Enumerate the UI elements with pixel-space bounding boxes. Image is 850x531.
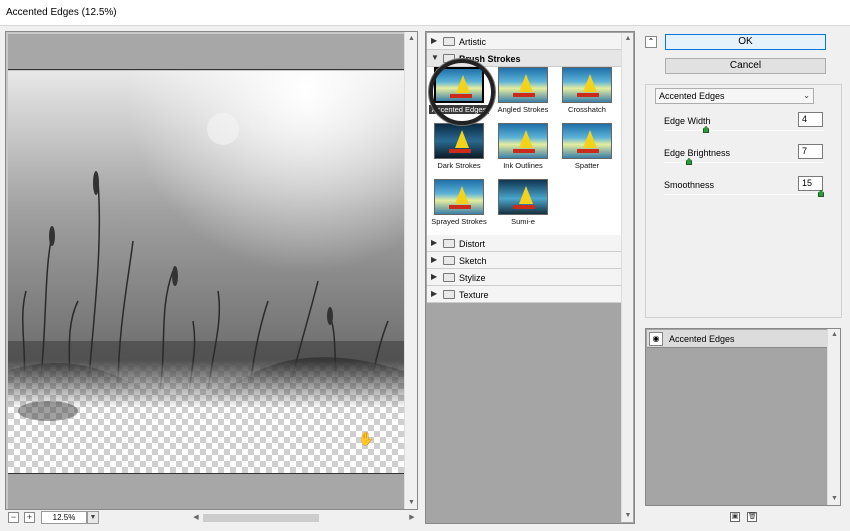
double-chevron-up-icon[interactable]: ⌃ [645,36,657,48]
expand-arrow-icon[interactable]: ▶ [431,289,437,298]
smoothness-field[interactable]: 15 [798,176,823,191]
filter-thumb-image [498,179,548,215]
scroll-thumb[interactable] [203,514,319,522]
param-label: Edge Brightness [664,148,731,158]
scroll-right-arrow-icon[interactable]: ▶ [407,512,417,524]
param-edge-brightness: Edge Brightness 7 [664,142,824,168]
slider-knob[interactable] [703,126,709,133]
chevron-down-icon: ⌄ [803,91,810,100]
param-label: Smoothness [664,180,715,190]
edge-width-field[interactable]: 4 [798,112,823,127]
preview-image[interactable]: ✋ [8,71,405,473]
scroll-down-arrow-icon[interactable]: ▼ [622,510,634,522]
category-sketch[interactable]: ▶ Sketch [427,252,621,269]
filter-thumb-sumi-e[interactable]: Sumi-e [493,179,553,231]
edge-brightness-field[interactable]: 7 [798,144,823,159]
zoom-in-button[interactable]: + [24,512,35,523]
preview-canvas-margin-top [8,34,405,70]
effect-layer-name: Accented Edges [669,334,735,344]
effect-layer-row[interactable]: ◉ Accented Edges [647,330,828,348]
category-label: Sketch [459,256,487,266]
preview-canvas-margin-bottom [8,473,405,509]
new-layer-icon[interactable]: ▣ [730,512,740,522]
param-smoothness: Smoothness 15 [664,174,824,200]
filter-thumb-label: Angled Strokes [497,105,549,114]
gallery-vertical-scrollbar[interactable]: ▲ ▼ [621,33,633,522]
slider-knob[interactable] [818,190,824,197]
cancel-button[interactable]: Cancel [665,58,826,74]
slider-track[interactable] [664,194,824,195]
filter-thumb-crosshatch[interactable]: Crosshatch [557,67,617,119]
category-label: Distort [459,239,486,249]
expand-arrow-icon[interactable]: ▶ [431,255,437,264]
filter-thumb-label: Ink Outlines [503,161,543,170]
filter-thumb-label: Spatter [574,161,600,170]
hand-icon: ✋ [358,431,375,446]
scroll-down-arrow-icon[interactable]: ▼ [405,496,417,509]
filter-select-value: Accented Edges [659,91,725,101]
effect-layers-panel: ◉ Accented Edges ▲ ▼ [645,328,841,506]
filter-thumb-image [434,123,484,159]
scroll-up-arrow-icon[interactable]: ▲ [622,33,634,45]
folder-icon [443,37,455,46]
filter-settings-panel: Accented Edges ⌄ Edge Width 4 Edge Brigh… [645,84,842,318]
window-title: Accented Edges (12.5%) [6,7,117,18]
scroll-up-arrow-icon[interactable]: ▲ [828,329,841,341]
filter-thumb-spatter[interactable]: Spatter [557,123,617,175]
filter-thumb-label: Sumi-e [511,217,535,226]
scroll-up-arrow-icon[interactable]: ▲ [405,32,417,45]
folder-icon [443,273,455,282]
filter-thumb-image [498,123,548,159]
filter-thumb-sprayed-strokes[interactable]: Sprayed Strokes [429,179,489,231]
category-stylize[interactable]: ▶ Stylize [427,269,621,286]
filter-thumb-label: Crosshatch [568,105,606,114]
preview-vertical-scrollbar[interactable]: ▲ ▼ [404,32,417,509]
category-label: Texture [459,290,489,300]
grass-photo [8,71,405,473]
layers-scrollbar[interactable]: ▲ ▼ [827,329,840,505]
eye-icon[interactable]: ◉ [649,332,663,346]
zoom-out-button[interactable]: − [8,512,19,523]
preview-panel[interactable]: ✋ ▲ ▼ [5,31,418,510]
title-bar: Accented Edges (12.5%) [0,0,850,26]
expand-arrow-icon[interactable]: ▶ [431,36,437,45]
slider-track[interactable] [664,130,824,131]
category-texture[interactable]: ▶ Texture [427,286,621,303]
folder-icon [443,239,455,248]
filter-thumb-image [434,179,484,215]
scroll-down-arrow-icon[interactable]: ▼ [828,493,841,505]
category-artistic[interactable]: ▶ Artistic [427,33,621,50]
param-edge-width: Edge Width 4 [664,110,824,136]
filter-thumb-angled-strokes[interactable]: Angled Strokes [493,67,553,119]
category-distort[interactable]: ▶ Distort [427,235,621,252]
filter-thumb-label: Dark Strokes [437,161,481,170]
folder-icon [443,290,455,299]
preview-footer: − + 12.5% ▼ ◀ ▶ [5,511,418,525]
filter-thumb-image [498,67,548,103]
folder-icon [443,256,455,265]
slider-knob[interactable] [686,158,692,165]
magnifier-highlight-circle [429,59,495,125]
param-label: Edge Width [664,116,711,126]
scroll-left-arrow-icon[interactable]: ◀ [191,512,201,524]
preview-horizontal-scrollbar[interactable]: ◀ ▶ [191,512,417,524]
ok-button[interactable]: OK [665,34,826,50]
category-label: Artistic [459,37,486,47]
filter-thumb-image [562,123,612,159]
filter-thumb-label: Sprayed Strokes [431,217,487,226]
zoom-level-field[interactable]: 12.5% [41,511,87,524]
expand-arrow-icon[interactable]: ▶ [431,272,437,281]
zoom-dropdown-icon[interactable]: ▼ [87,511,99,524]
expand-arrow-icon[interactable]: ▶ [431,238,437,247]
filter-thumb-image [562,67,612,103]
collapse-arrow-icon[interactable]: ▼ [431,53,439,62]
filter-thumb-dark-strokes[interactable]: Dark Strokes [429,123,489,175]
category-label: Stylize [459,273,486,283]
filter-select[interactable]: Accented Edges ⌄ [655,88,814,104]
trash-icon[interactable]: 🗑 [747,512,757,522]
filter-thumb-ink-outlines[interactable]: Ink Outlines [493,123,553,175]
